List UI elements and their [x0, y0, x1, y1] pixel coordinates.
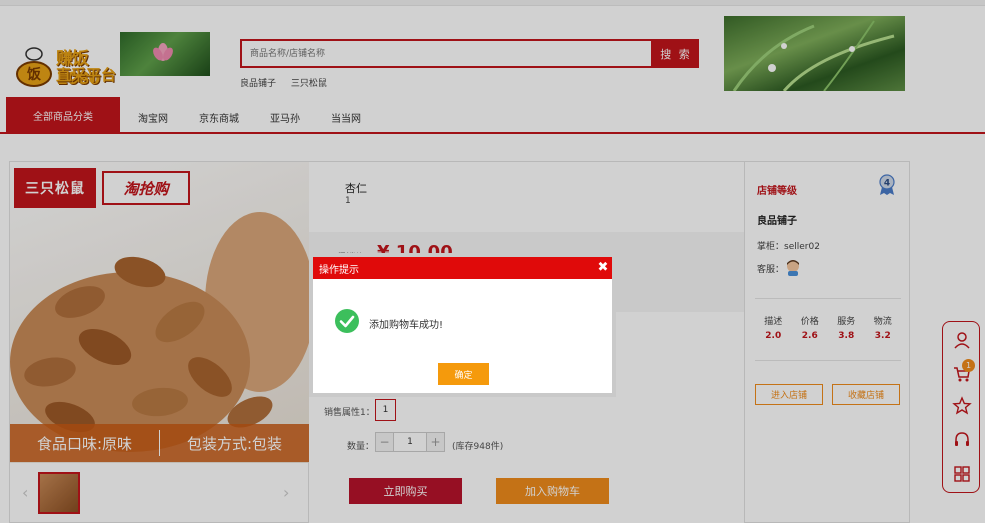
success-check-icon: [335, 309, 359, 333]
product-page: 饭 赚饭1080 直采平台 搜 索 良品铺子 三只松鼠 全部商品分类 淘: [0, 0, 985, 523]
dialog-title: 操作提示: [313, 257, 612, 279]
close-icon[interactable]: ✖: [597, 261, 609, 275]
confirm-button[interactable]: 确定: [438, 363, 489, 385]
add-to-cart-dialog: 操作提示 ✖ 添加购物车成功! 确定: [309, 253, 616, 397]
dialog-message: 添加购物车成功!: [369, 320, 444, 331]
